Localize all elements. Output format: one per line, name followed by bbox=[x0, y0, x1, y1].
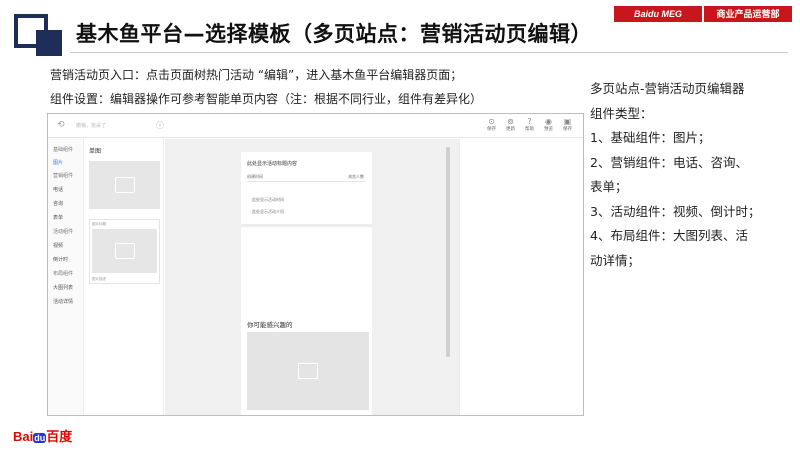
notes-item-marketing-cont: 表单； bbox=[590, 179, 628, 194]
help-icon: ? bbox=[527, 117, 532, 126]
phone-preview: 此处显示活动标题内容 创建时间 浏览人数 此处显示活动时间 此处显示活动介绍 你… bbox=[241, 152, 372, 415]
toolbar-disk-button[interactable]: ▣ 保存 bbox=[558, 117, 577, 133]
activity-time-text[interactable]: 此处显示活动时间 bbox=[252, 197, 284, 203]
decor-square-solid bbox=[36, 30, 62, 56]
toolbar-preview-button[interactable]: ◉ 预览 bbox=[539, 117, 558, 133]
toolbar-label: 保存 bbox=[487, 127, 496, 132]
activity-title[interactable]: 此处显示活动标题内容 bbox=[247, 160, 297, 167]
toolbar-label: 预览 bbox=[544, 127, 553, 132]
toolbar-actions: ⊙ 保存 ⊚ 更新 ? 帮助 ◉ 预览 ▣ 保存 bbox=[482, 117, 577, 133]
header-badges: Baidu MEG 商业产品运营部 bbox=[614, 6, 792, 22]
nav-group-layout: 布局组件 bbox=[53, 271, 74, 277]
editor-canvas: 此处显示活动标题内容 创建时间 浏览人数 此处显示活动时间 此处显示活动介绍 你… bbox=[165, 139, 459, 415]
recommend-title: 你可能感兴趣的 bbox=[247, 321, 293, 329]
logo-text-cn: 百度 bbox=[46, 429, 73, 444]
intro-entry-text: 营销活动页入口：点击页面树热门活动 “编辑”，进入基木鱼平台编辑器页面； bbox=[50, 68, 463, 82]
nav-item-consult[interactable]: 咨询 bbox=[53, 200, 63, 207]
nav-item-biglist[interactable]: 大图列表 bbox=[53, 284, 73, 291]
editor-screenshot: ⟲ 撤销，批采了 ⓘ ⊙ 保存 ⊚ 更新 ? 帮助 ◉ 预览 ▣ 保存 基础组件… bbox=[47, 113, 584, 416]
editor-toolbar: ⟲ 撤销，批采了 ⓘ ⊙ 保存 ⊚ 更新 ? 帮助 ◉ 预览 ▣ 保存 bbox=[48, 114, 583, 138]
disk-icon: ▣ bbox=[563, 117, 572, 126]
properties-panel bbox=[459, 139, 583, 415]
section-separator bbox=[241, 224, 372, 227]
nav-group-marketing: 营销组件 bbox=[53, 173, 74, 179]
nav-item-phone[interactable]: 电话 bbox=[53, 186, 63, 193]
recommend-image[interactable] bbox=[247, 332, 369, 410]
nav-item-image[interactable]: 图片 bbox=[53, 159, 63, 166]
notes-item-marketing: 2、营销组件：电话、咨询、 bbox=[590, 154, 748, 170]
nav-item-detail[interactable]: 活动详情 bbox=[53, 298, 73, 305]
nav-item-form[interactable]: 表单 bbox=[53, 214, 63, 221]
image-placeholder-icon bbox=[114, 177, 135, 193]
canvas-scrollbar[interactable] bbox=[446, 147, 450, 357]
intro-component-text: 组件设置：编辑器操作可参考智能单页内容（注：根据不同行业，组件有差异化） bbox=[50, 92, 483, 106]
department-badge: 商业产品运营部 bbox=[704, 6, 792, 22]
brand-badge: Baidu MEG bbox=[614, 6, 702, 22]
toolbar-save-button[interactable]: ⊙ 保存 bbox=[482, 117, 501, 133]
views-label: 浏览人数 bbox=[348, 174, 364, 179]
info-icon[interactable]: ⓘ bbox=[156, 120, 164, 131]
notes-subheading: 组件类型： bbox=[590, 105, 653, 121]
toolbar-help-button[interactable]: ? 帮助 bbox=[520, 117, 539, 133]
image-placeholder-icon bbox=[114, 243, 135, 259]
notes-heading: 多页站点-营销活动页编辑器 bbox=[590, 81, 745, 96]
component-nav: 基础组件 图片 营销组件 电话 咨询 表单 活动组件 视频 倒计时 布局组件 大… bbox=[48, 139, 84, 415]
toolbar-label: 保存 bbox=[563, 127, 572, 132]
notes-item-layout-cont: 动详情； bbox=[590, 252, 641, 268]
notes-item-basic: 1、基础组件：图片； bbox=[590, 130, 711, 145]
toolbar-label: 帮助 bbox=[525, 127, 534, 132]
image-placeholder-icon bbox=[298, 363, 318, 379]
created-time-label: 创建时间 bbox=[247, 174, 263, 179]
single-image-template[interactable] bbox=[89, 161, 160, 209]
logo-text-bai: Bai bbox=[13, 429, 34, 444]
page-title: 基木鱼平台—选择模板（多页站点：营销活动页编辑） bbox=[76, 22, 592, 46]
component-panel: 单图 图片标题 图片描述 bbox=[85, 139, 164, 415]
refresh-icon: ⊚ bbox=[507, 117, 514, 126]
panel-title: 单图 bbox=[89, 148, 102, 155]
nav-item-video[interactable]: 视频 bbox=[53, 242, 63, 249]
image-card-template[interactable]: 图片标题 图片描述 bbox=[89, 219, 160, 284]
paw-icon: du bbox=[33, 432, 47, 443]
slide: 基木鱼平台—选择模板（多页站点：营销活动页编辑） Baidu MEG 商业产品运… bbox=[0, 0, 800, 450]
notes-item-layout: 4、布局组件：大图列表、活 bbox=[590, 228, 748, 243]
card-caption-bottom: 图片描述 bbox=[92, 277, 106, 281]
preview-icon: ◉ bbox=[545, 117, 552, 126]
save-icon: ⊙ bbox=[488, 117, 495, 126]
undo-icon[interactable]: ⟲ bbox=[57, 120, 65, 130]
baidu-logo: Baidu百度 bbox=[13, 426, 72, 445]
toolbar-label: 更新 bbox=[506, 127, 515, 132]
notes-item-activity: 3、活动组件：视频、倒计时； bbox=[590, 203, 761, 219]
nav-group-basic: 基础组件 bbox=[53, 147, 74, 153]
title-divider bbox=[70, 52, 788, 53]
activity-intro-text[interactable]: 此处显示活动介绍 bbox=[252, 209, 284, 215]
undo-hint: 撤销，批采了 bbox=[76, 123, 107, 129]
card-caption-top: 图片标题 bbox=[92, 222, 106, 226]
nav-group-activity: 活动组件 bbox=[53, 229, 74, 235]
divider bbox=[247, 181, 366, 182]
toolbar-refresh-button[interactable]: ⊚ 更新 bbox=[501, 117, 520, 133]
card-image bbox=[92, 229, 157, 273]
component-notes: 多页站点-营销活动页编辑器 组件类型： 1、基础组件：图片； 2、营销组件：电话… bbox=[590, 77, 790, 273]
nav-item-countdown[interactable]: 倒计时 bbox=[53, 256, 68, 263]
